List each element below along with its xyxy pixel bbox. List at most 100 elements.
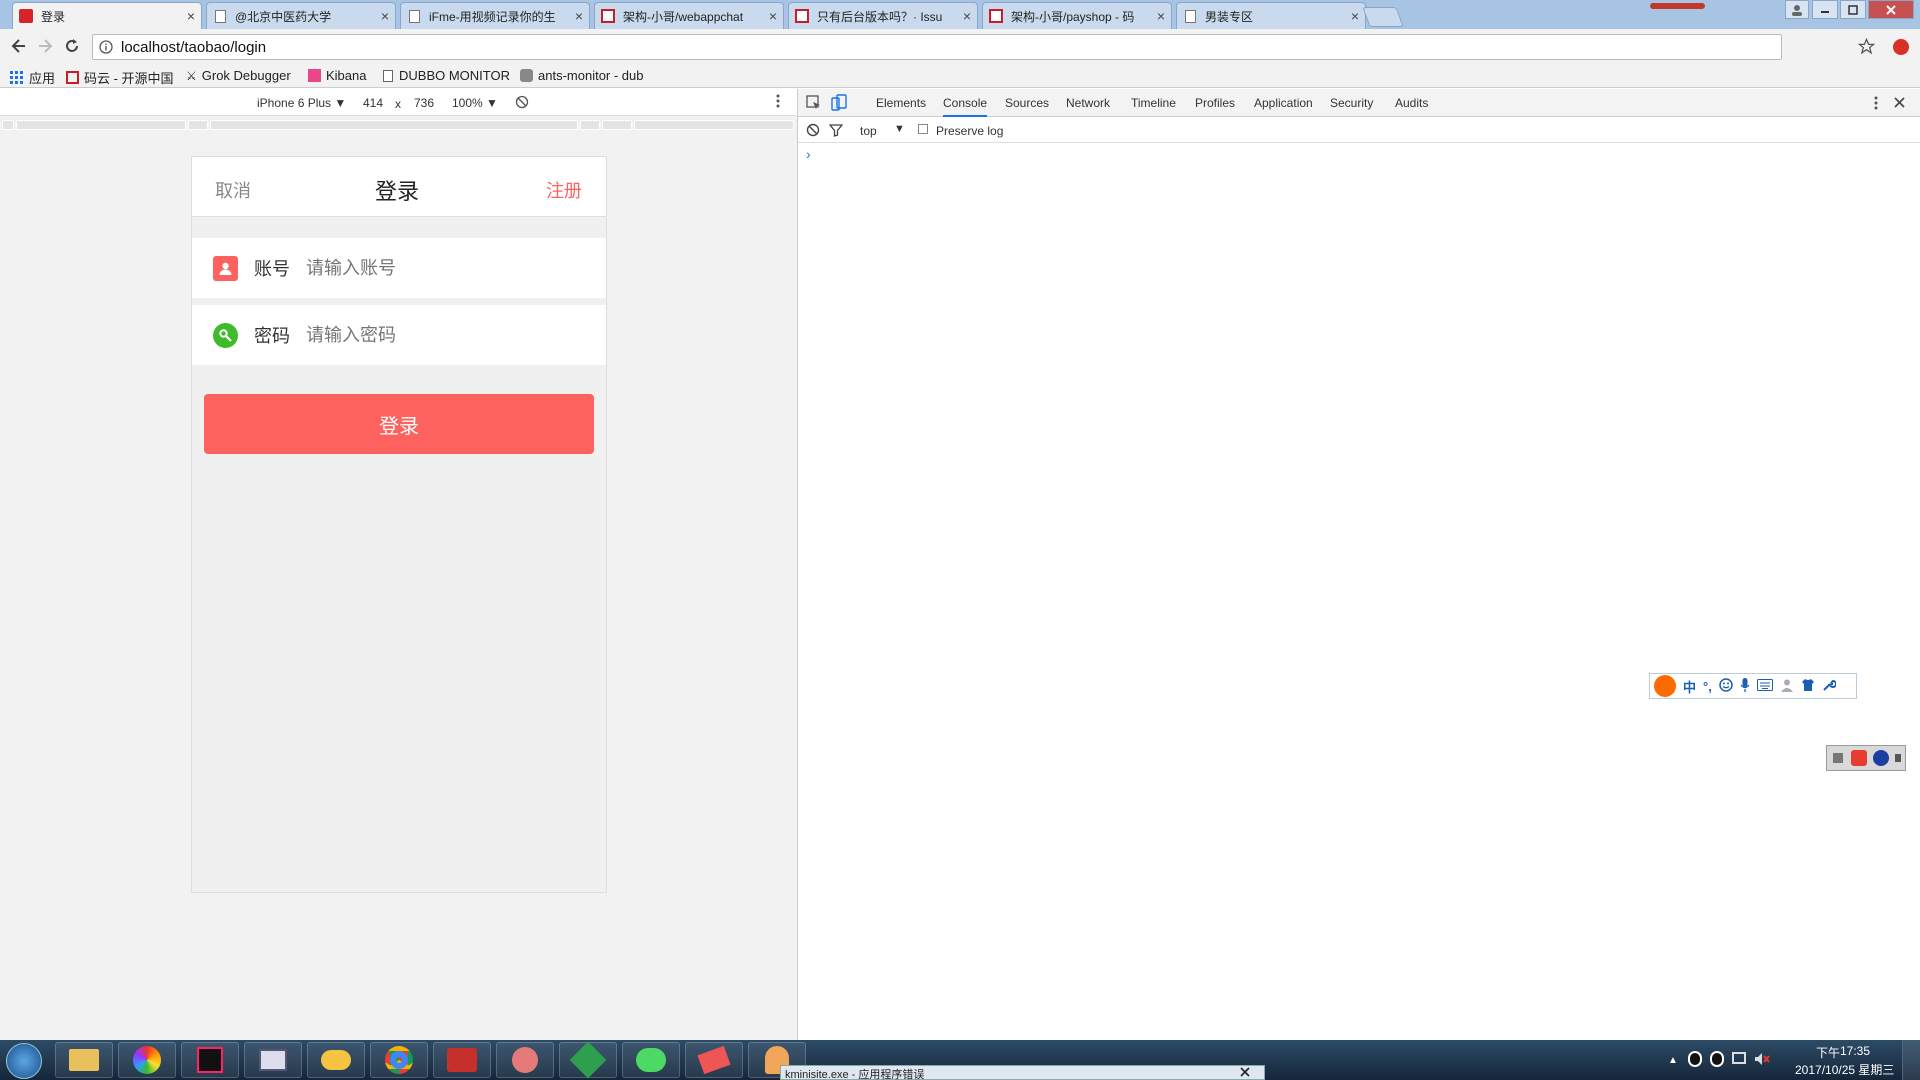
bookmark-apps[interactable]: 应用 (10, 68, 55, 87)
filter-icon[interactable] (828, 123, 844, 140)
password-input[interactable] (306, 324, 586, 346)
rotate-icon[interactable] (515, 95, 529, 112)
pink-app-icon[interactable] (496, 1042, 554, 1078)
tab-sources[interactable]: Sources (1005, 96, 1049, 110)
show-desktop-button[interactable] (1902, 1040, 1920, 1080)
register-link[interactable]: 注册 (546, 177, 582, 203)
tab-console[interactable]: Console (943, 96, 988, 117)
eraser-app-icon[interactable] (685, 1042, 743, 1078)
more-options-icon[interactable] (1874, 96, 1878, 113)
intellij-icon[interactable] (181, 1042, 239, 1078)
tab-profiles[interactable]: Profiles (1195, 96, 1235, 110)
tab-menswear[interactable]: 男装专区 × (1176, 2, 1366, 29)
clear-console-icon[interactable] (806, 123, 820, 140)
ime-toolbar[interactable]: 中 °, (1649, 673, 1857, 699)
context-select[interactable]: top (860, 124, 877, 138)
close-icon[interactable]: × (769, 8, 777, 24)
minimize-button[interactable] (1812, 0, 1838, 19)
cloud-app-icon[interactable] (307, 1042, 365, 1078)
back-icon[interactable] (10, 37, 28, 60)
tab-bucm[interactable]: @北京中医药大学 × (206, 2, 396, 29)
tab-audits[interactable]: Audits (1395, 96, 1428, 110)
network-icon[interactable] (1732, 1052, 1746, 1064)
close-icon[interactable] (1240, 1067, 1250, 1080)
close-window-button[interactable] (1868, 0, 1914, 19)
green-app-icon[interactable] (559, 1041, 617, 1079)
reload-icon[interactable] (63, 37, 81, 60)
qq-icon[interactable] (1688, 1051, 1702, 1067)
console-prompt[interactable]: › (806, 146, 811, 162)
close-icon[interactable]: × (963, 8, 971, 24)
device-width[interactable]: 414 (363, 96, 383, 110)
window-app-icon[interactable] (244, 1042, 302, 1078)
account-input[interactable] (306, 257, 586, 279)
user-icon[interactable] (1780, 678, 1794, 695)
close-icon[interactable]: × (1351, 8, 1359, 24)
bookmark-dubbo[interactable]: DUBBO MONITOR (383, 68, 510, 83)
tab-payshop[interactable]: 架构-小哥/payshop - 码 × (982, 2, 1172, 29)
volume-muted-icon[interactable] (1754, 1052, 1770, 1071)
zoom-select[interactable]: 100% ▼ (452, 96, 498, 110)
clock-time[interactable]: 17:35 (1840, 1044, 1870, 1058)
login-button[interactable]: 登录 (204, 394, 594, 454)
tab-webappchat[interactable]: 架构-小哥/webappchat × (594, 2, 784, 29)
media-query-ruler[interactable] (0, 117, 797, 134)
close-icon[interactable]: × (575, 8, 583, 24)
password-row[interactable]: 密码 (192, 305, 606, 365)
device-height[interactable]: 736 (414, 96, 434, 110)
ime-lang[interactable]: 中 (1683, 677, 1696, 696)
bookmark-grok[interactable]: ⚔ Grok Debugger (186, 68, 291, 83)
tab-network[interactable]: Network (1066, 96, 1110, 110)
extension-icon[interactable] (1893, 39, 1909, 55)
picasa-icon[interactable] (118, 1042, 176, 1078)
keyboard-icon[interactable] (1756, 678, 1773, 694)
close-icon[interactable]: × (187, 8, 195, 24)
tab-issue[interactable]: 只有后台版本吗？· Issu × (788, 2, 978, 29)
chevron-up-icon[interactable]: ▲ (1668, 1055, 1678, 1066)
info-icon[interactable] (99, 40, 113, 54)
chevron-down-icon[interactable] (1895, 754, 1901, 762)
skin-icon[interactable] (1801, 678, 1815, 695)
error-notification[interactable]: kminisite.exe - 应用程序错误 (780, 1065, 1265, 1080)
device-select[interactable]: iPhone 6 Plus ▼ (257, 96, 346, 110)
close-icon[interactable]: × (1157, 8, 1165, 24)
close-icon[interactable] (1894, 97, 1905, 111)
account-row[interactable]: 账号 (192, 238, 606, 298)
tab-timeline[interactable]: Timeline (1131, 96, 1176, 110)
bookmark-gitee[interactable]: 码云 - 开源中国 (66, 68, 174, 87)
microphone-icon[interactable] (1740, 677, 1750, 695)
bookmark-kibana[interactable]: Kibana (308, 68, 366, 83)
address-bar[interactable]: localhost/taobao/login (92, 34, 1782, 60)
tab-application[interactable]: Application (1254, 96, 1313, 110)
emoji-icon[interactable] (1719, 677, 1733, 695)
help-icon[interactable] (1873, 750, 1889, 766)
preserve-log-checkbox[interactable] (918, 124, 928, 134)
clock-date[interactable]: 2017/10/25 星期三 (1795, 1061, 1894, 1078)
punct-icon[interactable]: °, (1703, 679, 1712, 694)
redis-icon[interactable] (433, 1042, 491, 1078)
chevron-down-icon[interactable]: ▼ (894, 123, 905, 135)
maximize-button[interactable] (1840, 0, 1866, 19)
wechat-icon[interactable] (622, 1042, 680, 1078)
star-icon[interactable] (1857, 37, 1876, 60)
tab-ifme[interactable]: iFme-用视频记录你的生 × (400, 2, 590, 29)
url-text[interactable]: localhost/taobao/login (121, 39, 266, 56)
wrench-icon[interactable] (1822, 678, 1837, 695)
start-button[interactable] (6, 1043, 42, 1079)
new-tab-button[interactable] (1362, 7, 1404, 27)
explorer-icon[interactable] (55, 1042, 113, 1078)
device-mode-icon[interactable] (831, 94, 847, 114)
more-options-icon[interactable] (776, 94, 780, 111)
bookmark-ants[interactable]: ants-monitor - dub (520, 68, 655, 83)
tab-login[interactable]: 登录 × (12, 2, 202, 29)
ime-mini-toolbar[interactable] (1826, 745, 1906, 771)
forward-icon[interactable] (36, 37, 54, 60)
tab-elements[interactable]: Elements (876, 96, 926, 110)
cancel-button[interactable]: 取消 (215, 177, 251, 203)
inspect-icon[interactable] (806, 95, 822, 114)
grip-icon[interactable] (1833, 753, 1843, 763)
tab-security[interactable]: Security (1330, 96, 1373, 110)
chrome-icon[interactable] (370, 1042, 428, 1078)
close-icon[interactable]: × (381, 8, 389, 24)
profile-icon[interactable] (1785, 0, 1809, 19)
